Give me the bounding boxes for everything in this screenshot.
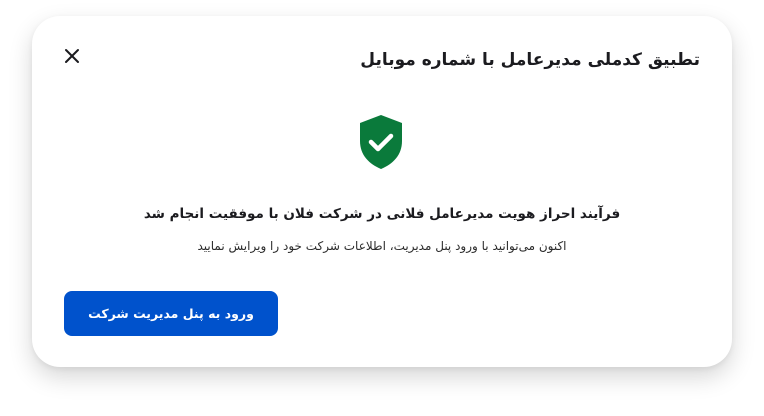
success-sub-message: اکنون می‌توانید با ورود پنل مدیریت، اطلا… (197, 239, 567, 253)
shield-check-icon (360, 115, 402, 169)
success-dialog: تطبیق کدملی مدیرعامل با شماره موبایل فرآ… (32, 16, 732, 367)
close-button[interactable] (62, 46, 82, 66)
page-background: تطبیق کدملی مدیرعامل با شماره موبایل فرآ… (0, 0, 764, 416)
enter-company-panel-button-label: ورود به پنل مدیریت شرکت (88, 306, 254, 321)
enter-company-panel-button[interactable]: ورود به پنل مدیریت شرکت (64, 291, 278, 336)
dialog-title: تطبیق کدملی مدیرعامل با شماره موبایل (360, 50, 700, 70)
close-icon (65, 49, 79, 63)
success-message: فرآیند احراز هویت مدیرعامل فلانی در شرکت… (143, 206, 621, 222)
